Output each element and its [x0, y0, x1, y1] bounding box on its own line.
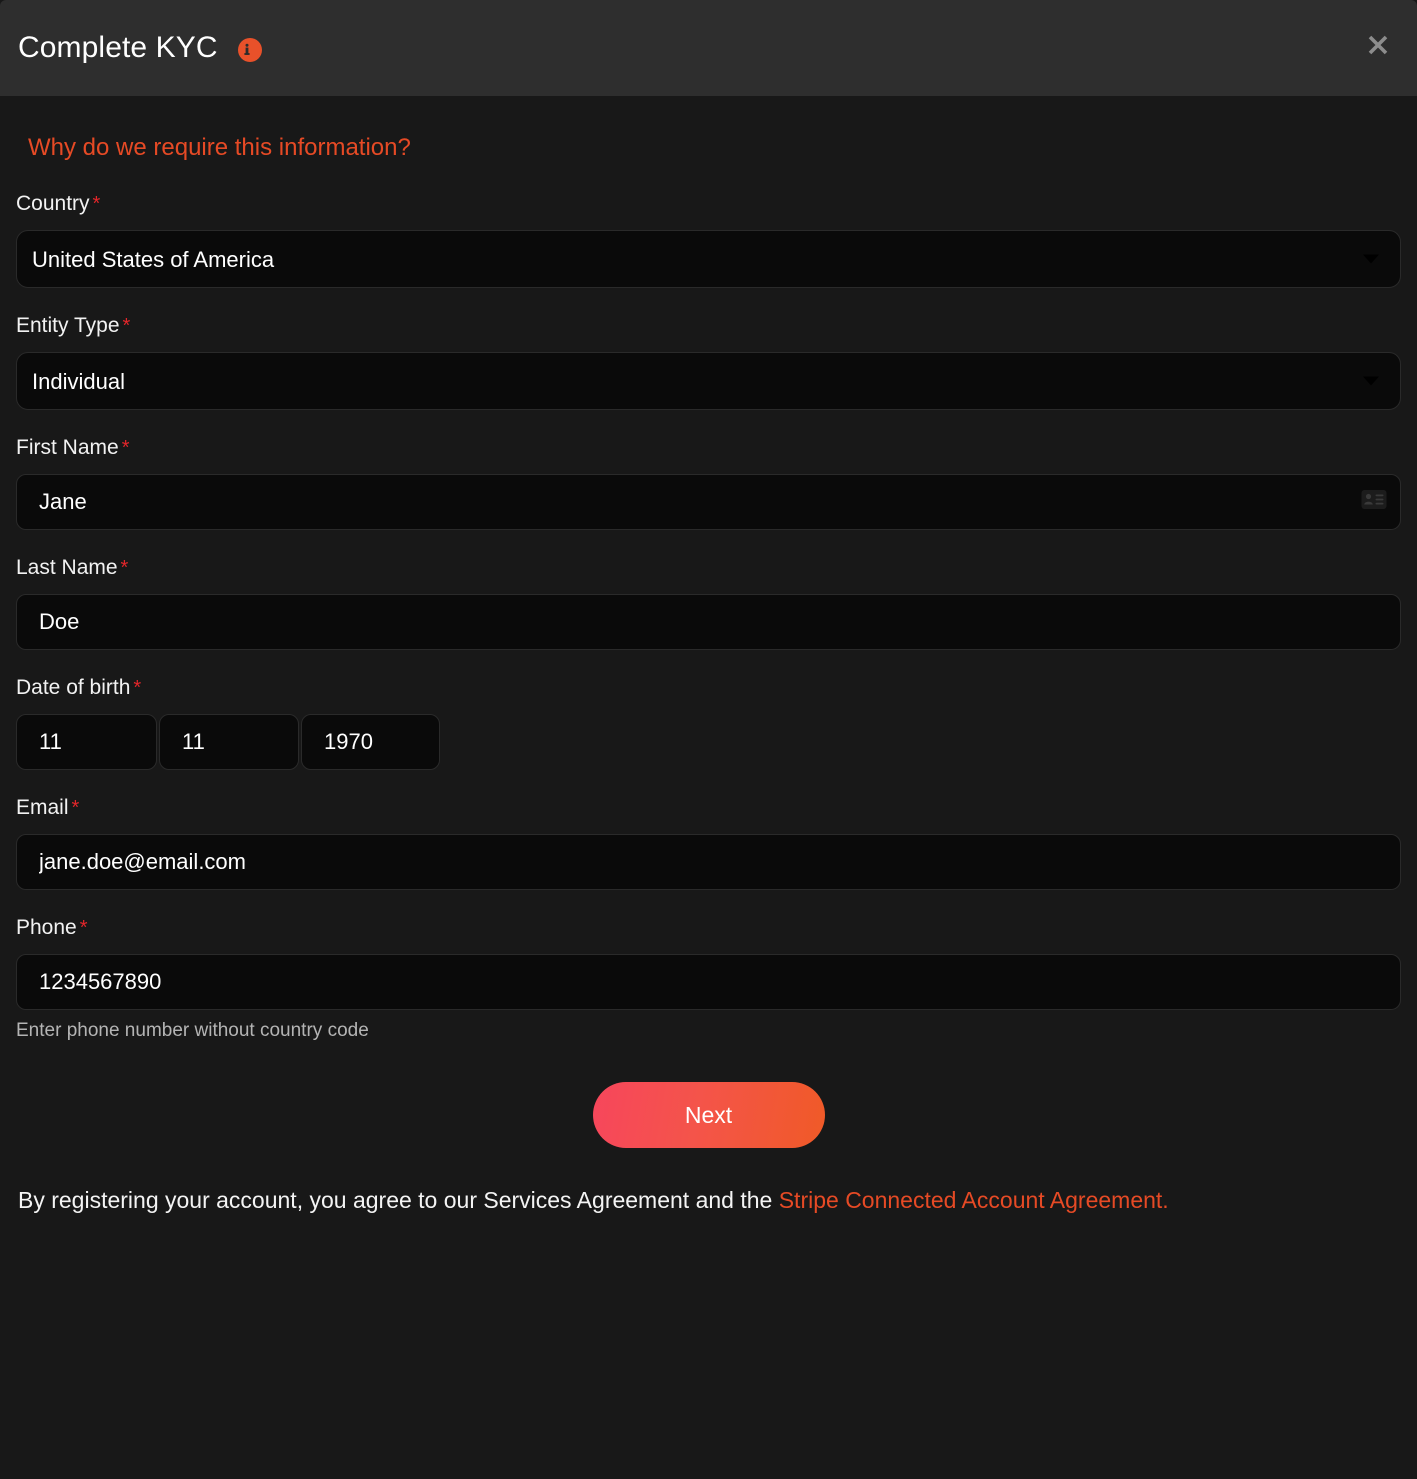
required-asterisk: *	[133, 677, 142, 699]
entity-type-label: Entity Type *	[16, 314, 1401, 338]
date-of-birth-row	[16, 714, 1401, 770]
close-button[interactable]	[1361, 28, 1395, 62]
dob-month-input[interactable]	[159, 714, 299, 770]
last-name-label: Last Name *	[16, 556, 1401, 580]
next-button-row: Next	[16, 1082, 1401, 1148]
why-information-link[interactable]: Why do we require this information?	[28, 134, 411, 162]
required-asterisk: *	[120, 557, 129, 579]
field-date-of-birth: Date of birth *	[16, 676, 1401, 770]
dob-year-input[interactable]	[301, 714, 440, 770]
dob-day-input[interactable]	[16, 714, 157, 770]
entity-type-select[interactable]: Individual	[16, 352, 1401, 410]
country-label: Country *	[16, 192, 1401, 216]
email-label: Email *	[16, 796, 1401, 820]
field-first-name: First Name *	[16, 436, 1401, 530]
required-asterisk: *	[79, 917, 88, 939]
country-select[interactable]: United States of America	[16, 230, 1401, 288]
entity-type-select-wrap: Individual	[16, 352, 1401, 410]
first-name-input-wrap	[16, 474, 1401, 530]
modal-body: Why do we require this information? Coun…	[0, 96, 1417, 1220]
page-title: Complete KYC	[18, 31, 218, 64]
required-asterisk: *	[71, 797, 80, 819]
date-of-birth-label: Date of birth *	[16, 676, 1401, 700]
field-email: Email *	[16, 796, 1401, 890]
next-button[interactable]: Next	[592, 1082, 825, 1148]
last-name-input[interactable]	[16, 594, 1401, 650]
phone-input[interactable]	[16, 954, 1401, 1010]
country-label-text: Country	[16, 192, 90, 215]
first-name-label: First Name *	[16, 436, 1401, 460]
first-name-label-text: First Name	[16, 436, 119, 459]
date-of-birth-label-text: Date of birth	[16, 676, 131, 699]
last-name-label-text: Last Name	[16, 556, 118, 579]
phone-helper-text: Enter phone number without country code	[16, 1020, 369, 1041]
field-country: Country * United States of America	[16, 192, 1401, 288]
entity-type-label-text: Entity Type	[16, 314, 120, 337]
stripe-agreement-link[interactable]: Stripe Connected Account Agreement.	[779, 1187, 1169, 1213]
country-select-wrap: United States of America	[16, 230, 1401, 288]
terms-footer: By registering your account, you agree t…	[16, 1182, 1401, 1220]
email-label-text: Email	[16, 796, 69, 819]
field-entity-type: Entity Type * Individual	[16, 314, 1401, 410]
required-asterisk: *	[122, 315, 131, 337]
phone-label-text: Phone	[16, 916, 77, 939]
phone-label: Phone *	[16, 916, 1401, 940]
field-phone: Phone* Enter phone number without countr…	[16, 916, 1401, 1042]
close-icon	[1368, 35, 1388, 55]
modal-header: Complete KYC	[0, 0, 1417, 96]
required-asterisk: *	[121, 437, 130, 459]
first-name-input[interactable]	[16, 474, 1401, 530]
email-input[interactable]	[16, 834, 1401, 890]
required-asterisk: *	[92, 193, 101, 215]
info-icon[interactable]	[237, 38, 262, 62]
kyc-modal: Complete KYC Why do we require this info…	[0, 0, 1417, 1479]
terms-text: By registering your account, you agree t…	[18, 1187, 779, 1213]
field-last-name: Last Name *	[16, 556, 1401, 650]
